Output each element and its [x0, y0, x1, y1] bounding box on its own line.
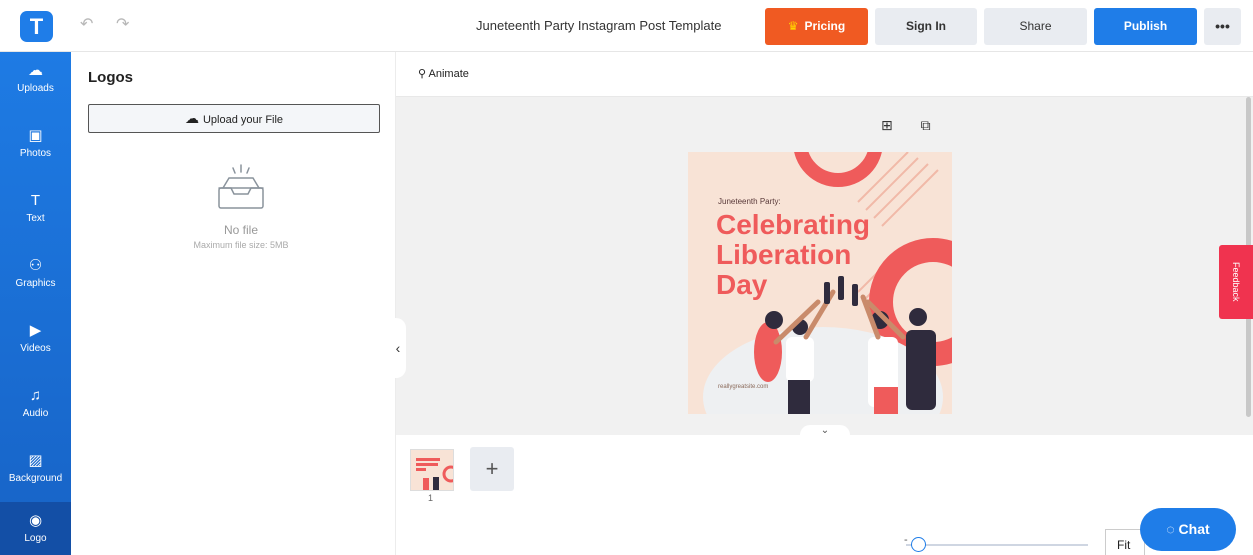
sidebar: ☁ Uploads ▣ Photos T Text ⚇ Graphics ▶ V… [0, 52, 71, 555]
no-file-label: No file [223, 223, 258, 237]
sidebar-item-label: Videos [20, 343, 51, 354]
more-options-button[interactable]: ••• [1204, 8, 1241, 45]
collapse-panel-button[interactable]: ‹ [390, 318, 406, 378]
sidebar-item-videos[interactable]: ▶ Videos [0, 312, 71, 376]
feedback-tab[interactable]: Feedback [1219, 245, 1253, 319]
post-subtitle: Juneteenth Party: [718, 197, 781, 206]
sidebar-item-audio[interactable]: ♫ Audio [0, 377, 71, 441]
canvas-workspace: ⊞ ⧉ Juneteenth Party: Celebrating Libera… [396, 97, 1253, 435]
sidebar-item-background[interactable]: ▨ Background [0, 442, 71, 506]
page-thumbnail[interactable] [410, 449, 454, 491]
add-page-button[interactable]: + [470, 447, 514, 491]
chat-label: Chat [1178, 521, 1210, 537]
zoom-slider-handle[interactable] [911, 537, 926, 552]
text-icon: T [30, 192, 41, 209]
post-headline-line-3: Day [716, 269, 768, 300]
panel-title: Logos [88, 69, 133, 86]
app: T ↶ ↷ Juneteenth Party Instagram Post Te… [0, 0, 1253, 555]
sidebar-item-text[interactable]: T Text [0, 182, 71, 246]
cloud-upload-icon: ☁ [28, 62, 43, 79]
post-headline: Celebrating Liberation Day [716, 210, 916, 300]
sidebar-item-uploads[interactable]: ☁ Uploads [0, 52, 71, 116]
pricing-label: Pricing [804, 19, 846, 33]
sign-in-button[interactable]: Sign In [875, 8, 977, 45]
page-thumbnail-preview [411, 450, 453, 490]
add-element-icon[interactable]: ⊞ [881, 117, 893, 133]
undo-icon[interactable]: ↶ [80, 14, 93, 34]
sidebar-item-label: Logo [24, 533, 47, 544]
chat-button[interactable]: ◌ Chat [1140, 508, 1236, 551]
animate-icon: ⚲ [418, 68, 427, 80]
publish-button[interactable]: Publish [1094, 8, 1197, 45]
crown-icon: ♛ [787, 19, 799, 33]
pricing-button[interactable]: ♛ Pricing [765, 8, 868, 45]
sidebar-item-label: Graphics [15, 278, 56, 289]
document-title[interactable]: Juneteenth Party Instagram Post Template [476, 18, 721, 33]
animate-button[interactable]: ⚲ Animate [418, 67, 469, 80]
zoom-fit-select[interactable]: Fit [1105, 529, 1145, 555]
logos-panel: Logos ☁ Upload your File No file Maximum … [71, 52, 396, 555]
sidebar-item-label: Background [8, 473, 63, 484]
sidebar-item-photos[interactable]: ▣ Photos [0, 117, 71, 181]
shapes-icon: ⚇ [28, 257, 43, 274]
upload-label: Upload your File [202, 114, 284, 126]
music-note-icon: ♫ [29, 387, 42, 404]
max-file-size-label: Maximum file size: 5MB [193, 240, 289, 250]
sidebar-item-label: Text [26, 213, 45, 224]
photo-icon: ▣ [28, 127, 43, 144]
design-canvas[interactable]: Juneteenth Party: Celebrating Liberation… [688, 152, 952, 414]
post-headline-line-1: Celebrating [716, 209, 871, 240]
sidebar-item-graphics[interactable]: ⚇ Graphics [0, 247, 71, 311]
animate-label: Animate [428, 68, 469, 80]
cloud-upload-icon: ☁ [184, 110, 199, 126]
redo-icon[interactable]: ↷ [116, 14, 129, 34]
empty-inbox-icon [218, 164, 264, 209]
app-logo[interactable]: T [20, 11, 53, 42]
empty-state: No file Maximum file size: 5MB [171, 162, 311, 250]
sidebar-item-label: Audio [22, 408, 49, 419]
zoom-slider[interactable] [906, 544, 1088, 546]
duplicate-page-icon[interactable]: ⧉ [921, 117, 931, 133]
sidebar-item-label: Photos [19, 148, 52, 159]
share-button[interactable]: Share [984, 8, 1087, 45]
post-website: reallygreatsite.com [718, 384, 769, 390]
upload-file-button[interactable]: ☁ Upload your File [88, 104, 380, 133]
sidebar-item-label: Uploads [17, 83, 54, 94]
pattern-icon: ▨ [28, 452, 43, 469]
video-icon: ▶ [29, 322, 42, 339]
logo-icon: ◉ [28, 512, 43, 529]
editor-toolbar: ⚲ Animate [396, 52, 1253, 97]
chat-bubble-icon: ◌ [1166, 521, 1175, 537]
top-bar: T ↶ ↷ Juneteenth Party Instagram Post Te… [0, 0, 1253, 52]
post-headline-line-2: Liberation [716, 239, 852, 270]
sidebar-item-logo[interactable]: ◉ Logo [0, 502, 71, 555]
page-number: 1 [428, 493, 434, 503]
canvas-actions: ⊞ ⧉ [881, 117, 955, 134]
